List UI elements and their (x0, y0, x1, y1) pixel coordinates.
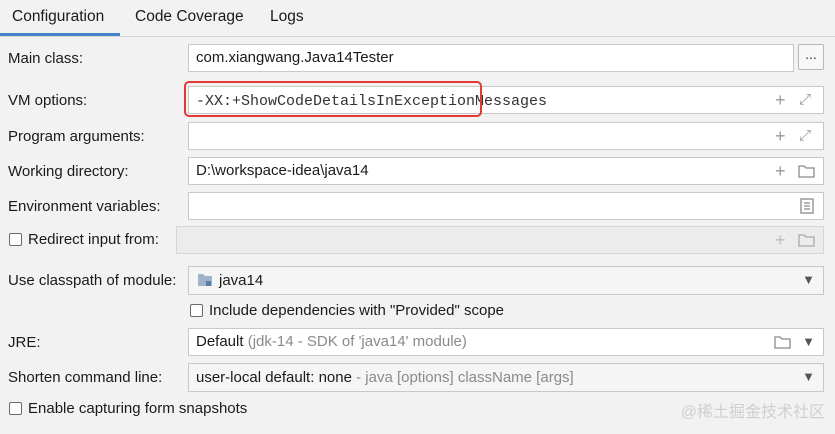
add-icon[interactable]: + (775, 91, 786, 109)
tab-code-coverage[interactable]: Code Coverage (123, 0, 256, 36)
watermark: @稀土掘金技术社区 (680, 404, 825, 421)
document-icon[interactable] (799, 198, 815, 217)
redirect-input-checkbox[interactable] (9, 233, 22, 246)
include-provided-checkbox[interactable] (190, 304, 203, 317)
module-folder-icon (197, 273, 213, 291)
redirect-input-field: + (176, 226, 824, 254)
main-class-value: com.xiangwang.Java14Tester (196, 49, 394, 66)
shorten-command-line-main: user-local default: none (196, 369, 352, 386)
jre-label: JRE: (8, 334, 41, 351)
classpath-module-select[interactable]: java14 ▼ (188, 266, 824, 295)
main-class-field[interactable]: com.xiangwang.Java14Tester (188, 44, 794, 72)
main-class-label: Main class: (8, 50, 84, 67)
chevron-down-icon: ▼ (802, 369, 815, 384)
chevron-down-icon: ▼ (802, 272, 815, 287)
main-class-browse-button[interactable]: ... (798, 44, 824, 70)
classpath-module-label: Use classpath of module: (8, 272, 177, 289)
jre-value: Default (jdk-14 - SDK of 'java14' module… (196, 333, 467, 350)
tab-bar: Configuration Code Coverage Logs (0, 0, 835, 37)
chevron-down-icon[interactable]: ▼ (802, 334, 815, 349)
folder-icon[interactable] (773, 334, 791, 352)
include-provided-label: Include dependencies with "Provided" sco… (209, 302, 505, 319)
working-directory-field[interactable]: D:\workspace-idea\java14 + (188, 157, 824, 185)
jre-default-text: Default (196, 333, 244, 350)
program-arguments-label: Program arguments: (8, 128, 145, 145)
add-icon: + (775, 230, 786, 250)
folder-icon[interactable] (797, 163, 815, 181)
tab-logs[interactable]: Logs (258, 0, 316, 36)
shorten-command-line-select[interactable]: user-local default: none - java [options… (188, 363, 824, 392)
shorten-command-line-value: user-local default: none - java [options… (196, 369, 574, 386)
add-icon[interactable]: + (775, 162, 786, 180)
capture-snapshots-label: Enable capturing form snapshots (28, 400, 248, 417)
folder-icon (797, 232, 815, 250)
program-arguments-field[interactable]: + ⤢ (188, 122, 824, 150)
vm-options-label: VM options: (8, 92, 88, 109)
jre-hint-text: (jdk-14 - SDK of 'java14' module) (247, 333, 467, 350)
environment-variables-field[interactable] (188, 192, 824, 220)
add-icon[interactable]: + (775, 127, 786, 145)
jre-field[interactable]: Default (jdk-14 - SDK of 'java14' module… (188, 328, 824, 356)
shorten-command-line-label: Shorten command line: (8, 369, 163, 386)
expand-icon[interactable]: ⤢ (799, 127, 811, 145)
highlight-box (184, 81, 482, 117)
expand-icon[interactable]: ⤢ (799, 91, 811, 109)
working-directory-label: Working directory: (8, 163, 129, 180)
working-directory-value: D:\workspace-idea\java14 (196, 162, 369, 179)
environment-variables-label: Environment variables: (8, 198, 161, 215)
classpath-module-value: java14 (219, 272, 264, 289)
shorten-command-line-hint: - java [options] className [args] (356, 369, 574, 386)
tab-configuration[interactable]: Configuration (0, 0, 120, 36)
redirect-input-label: Redirect input from: (28, 231, 159, 248)
capture-snapshots-checkbox[interactable] (9, 402, 22, 415)
